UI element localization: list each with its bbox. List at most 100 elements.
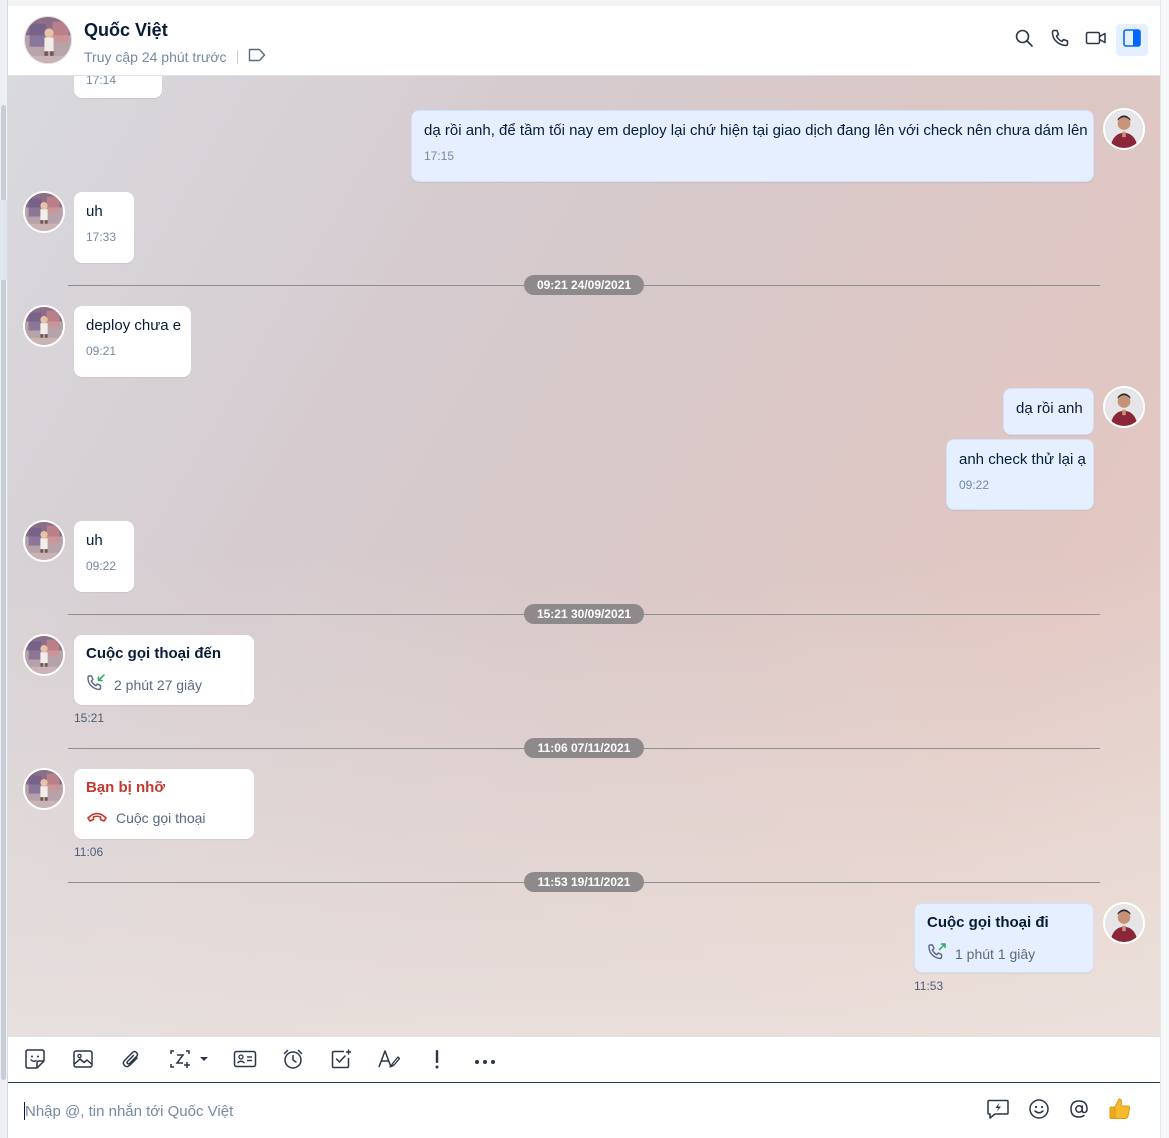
voice-call-button[interactable] — [1044, 24, 1076, 56]
mention-button[interactable] — [1066, 1098, 1092, 1124]
date-divider-label: 11:06 07/11/2021 — [524, 738, 644, 758]
search-icon — [1014, 28, 1034, 53]
sidebar-toggle-button[interactable] — [1116, 24, 1148, 56]
call-duration: 1 phút 1 giây — [955, 945, 1036, 962]
message-text: uh — [86, 203, 103, 220]
screenshot-button[interactable] — [168, 1048, 214, 1074]
my-avatar[interactable] — [1103, 902, 1145, 944]
message-bubble-incoming[interactable]: uh 09:22 — [74, 521, 134, 592]
screenshot-icon — [169, 1048, 213, 1075]
outgoing-call-icon — [927, 943, 947, 964]
message-time: 09:22 — [86, 559, 117, 573]
attachment-button[interactable] — [118, 1048, 144, 1074]
message-time: 15:21 — [74, 711, 105, 725]
contact-name[interactable]: Quốc Việt — [84, 20, 168, 41]
quick-message-button[interactable] — [985, 1098, 1011, 1124]
call-duration: 2 phút 27 giây — [114, 676, 202, 693]
message-input[interactable] — [25, 1096, 925, 1126]
message-time: 11:53 — [914, 979, 944, 993]
missed-call-icon — [86, 808, 108, 827]
message-time: 09:21 — [86, 344, 117, 358]
contact-avatar-small[interactable] — [23, 520, 65, 562]
video-icon — [1085, 28, 1107, 53]
contact-avatar-small[interactable] — [23, 768, 65, 810]
format-text-icon — [377, 1048, 401, 1075]
message-time: 09:22 — [959, 478, 990, 492]
call-card-incoming[interactable]: Cuộc gọi thoại đến 2 phút 27 giây — [74, 635, 254, 705]
reminder-icon — [282, 1048, 304, 1075]
contact-avatar-small[interactable] — [23, 191, 65, 233]
call-card-outgoing[interactable]: Cuộc gọi thoại đi 1 phút 1 giây — [914, 903, 1094, 973]
emoji-icon — [1028, 1098, 1050, 1125]
message-composer — [8, 1084, 1160, 1138]
emoji-button[interactable] — [1026, 1098, 1052, 1124]
message-bubble-outgoing[interactable]: dạ rồi anh, để tầm tối nay em deploy lại… — [411, 110, 1094, 182]
chat-header: Quốc Việt Truy cập 24 phút trước — [8, 6, 1160, 76]
call-card-missed[interactable]: Bạn bị nhỡ Cuộc gọi thoại — [74, 769, 254, 839]
composer-toolbar — [8, 1036, 1160, 1083]
message-text: dạ rồi anh, để tầm tối nay em deploy lại… — [424, 122, 1088, 139]
message-time: 17:14 — [86, 76, 117, 87]
contact-card-button[interactable] — [232, 1048, 258, 1074]
message-text: uh — [86, 532, 103, 549]
image-button[interactable] — [70, 1048, 96, 1074]
last-seen-text: Truy cập 24 phút trước — [84, 48, 227, 65]
task-icon — [330, 1048, 352, 1075]
urgent-icon — [432, 1048, 442, 1075]
task-button[interactable] — [328, 1048, 354, 1074]
message-list[interactable]: 17:14 dạ rồi anh, để tầm tối nay em depl… — [8, 76, 1160, 1036]
call-type: Cuộc gọi thoại — [116, 809, 206, 826]
reminder-button[interactable] — [280, 1048, 306, 1074]
contact-card-icon — [233, 1048, 257, 1075]
thumbs-up-icon — [1107, 1096, 1133, 1127]
image-icon — [72, 1048, 94, 1075]
date-divider-label: 11:53 19/11/2021 — [524, 872, 644, 892]
contact-status: Truy cập 24 phút trước — [84, 48, 266, 65]
my-avatar[interactable] — [1103, 386, 1145, 428]
message-time: 17:33 — [86, 230, 117, 244]
date-divider-label: 09:21 24/09/2021 — [524, 275, 644, 295]
mention-icon — [1068, 1098, 1090, 1125]
message-bubble-outgoing[interactable]: anh check thử lại ạ 09:22 — [946, 439, 1094, 510]
call-title: Bạn bị nhỡ — [86, 779, 165, 796]
call-title: Cuộc gọi thoại đi — [927, 914, 1049, 931]
send-like-button[interactable] — [1107, 1096, 1133, 1127]
phone-icon — [1050, 28, 1070, 53]
status-separator — [236, 49, 238, 64]
right-panel-edge — [1160, 0, 1169, 1138]
more-icon — [474, 1052, 496, 1070]
message-text: anh check thử lại ạ — [959, 451, 1086, 468]
call-info: 1 phút 1 giây — [927, 943, 1081, 964]
message-bubble-outgoing[interactable]: dạ rồi anh — [1003, 388, 1094, 435]
call-title: Cuộc gọi thoại đến — [86, 645, 221, 662]
left-selection-highlight — [0, 200, 7, 280]
contact-avatar-small[interactable] — [23, 305, 65, 347]
more-button[interactable] — [472, 1048, 498, 1074]
message-time: 11:06 — [74, 845, 104, 859]
call-info: 2 phút 27 giây — [86, 674, 242, 695]
search-button[interactable] — [1008, 24, 1040, 56]
incoming-call-icon — [86, 674, 106, 695]
sticker-button[interactable] — [22, 1048, 48, 1074]
attachment-icon — [120, 1048, 142, 1075]
contact-avatar-small[interactable] — [23, 634, 65, 676]
tag-icon[interactable] — [248, 48, 266, 65]
sidebar-toggle-icon — [1122, 28, 1142, 53]
message-bubble-incoming[interactable]: uh 17:33 — [74, 192, 134, 263]
left-panel-edge — [0, 0, 8, 1138]
message-time: 17:15 — [424, 149, 455, 163]
message-bubble-incoming[interactable]: 17:14 — [74, 76, 162, 98]
message-text: dạ rồi anh — [1016, 400, 1083, 417]
format-text-button[interactable] — [376, 1048, 402, 1074]
urgent-button[interactable] — [424, 1048, 450, 1074]
video-call-button[interactable] — [1080, 24, 1112, 56]
quick-message-icon — [986, 1098, 1010, 1125]
date-divider-label: 15:21 30/09/2021 — [524, 604, 644, 624]
message-text: deploy chưa e — [86, 317, 182, 334]
header-actions — [1008, 24, 1148, 56]
contact-avatar[interactable] — [24, 16, 72, 64]
sticker-icon — [24, 1048, 46, 1075]
message-bubble-incoming[interactable]: deploy chưa e 09:21 — [74, 306, 191, 377]
call-info: Cuộc gọi thoại — [86, 808, 242, 827]
my-avatar[interactable] — [1103, 108, 1145, 150]
